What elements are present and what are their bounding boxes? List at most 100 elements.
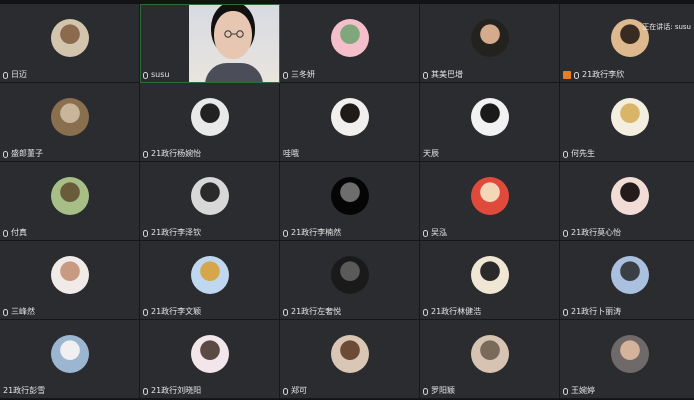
participant-avatar [50,335,89,373]
participant-tile[interactable]: 日迈 [0,4,140,83]
participant-tile[interactable]: 三冬妍 [280,4,420,83]
participant-tile[interactable]: 吴泓 [420,162,560,241]
participant-tile[interactable]: 21政行林健浩 [420,241,560,320]
participant-name: 天辰 [423,149,439,158]
participant-name: 郑可 [291,386,307,395]
participant-name-row: 21政行林健浩 [423,307,481,317]
participant-tile[interactable]: 三峰然 [0,241,140,320]
microphone-icon [283,308,288,316]
participant-tile[interactable]: 21政行左奢悦 [280,241,420,320]
participant-name-row: 21政行彭雪 [3,386,45,396]
participant-name-row: 21政行李文颖 [143,307,201,317]
participant-name-row: 21政行左奢悦 [283,307,341,317]
participant-avatar [50,177,89,215]
microphone-icon [143,229,148,237]
participant-avatar [190,335,229,373]
participant-name: 21政行李欣 [582,70,625,79]
participant-avatar [190,256,229,294]
participant-avatar [330,19,369,57]
participant-tile[interactable]: 21政行卜丽涛 [560,241,694,320]
participant-name: 王婉婷 [571,386,595,395]
participant-tile[interactable]: 天辰 [420,83,560,162]
participant-tile[interactable]: 21政行杨婉怡 [140,83,280,162]
microphone-icon [423,387,428,395]
participant-avatar [50,19,89,57]
microphone-icon [563,229,568,237]
participant-name: 何先生 [571,149,595,158]
participant-tile[interactable]: 21政行彭雪 [0,320,140,399]
participant-avatar [330,177,369,215]
participant-name: 21政行莫心怡 [571,228,622,237]
participant-name: 哇哦 [283,149,299,158]
microphone-icon [283,71,288,79]
microphone-icon [143,387,148,395]
participant-name-row: 日迈 [3,70,27,80]
video-grid: 日迈 susu 三冬妍 其美巴增 21政行李欣 正在讲话: susu 盛郎董子 21政行杨婉… [0,4,694,400]
participant-name: 吴泓 [431,228,447,237]
microphone-icon [3,71,8,79]
participant-video [189,5,279,82]
participant-name: 三峰然 [11,307,35,316]
participant-tile[interactable]: 哇哦 [280,83,420,162]
participant-name: susu [151,70,170,79]
participant-tile[interactable]: 郑可 [280,320,420,399]
participant-name-row: 三冬妍 [283,70,315,80]
participant-tile[interactable]: 21政行刘晓阳 [140,320,280,399]
participant-avatar [190,98,229,136]
participant-tile[interactable]: 21政行李文颖 [140,241,280,320]
participant-avatar [610,98,649,136]
participant-tile[interactable]: 其美巴增 [420,4,560,83]
participant-name: 付真 [11,228,27,237]
participant-name: 21政行李楠然 [291,228,342,237]
participant-avatar [190,177,229,215]
participant-name-row: 何先生 [563,149,595,159]
participant-name-row: 郑可 [283,386,307,396]
microphone-icon [283,229,288,237]
participant-name-row: 21政行刘晓阳 [143,386,201,396]
microphone-icon [3,150,8,158]
participant-tile[interactable]: 王婉婷 [560,320,694,399]
microphone-icon [423,71,428,79]
microphone-icon [283,387,288,395]
participant-name: 21政行李泽钦 [151,228,202,237]
speaking-indicator: 正在讲话: susu [642,23,691,31]
microphone-icon [563,150,568,158]
participant-tile[interactable]: susu [140,4,280,83]
participant-tile[interactable]: 付真 [0,162,140,241]
participant-tile[interactable]: 21政行李泽钦 [140,162,280,241]
participant-avatar [470,98,509,136]
participant-name-row: 罗阳颖 [423,386,455,396]
participant-avatar [470,177,509,215]
participant-avatar [330,335,369,373]
participant-avatar [470,256,509,294]
participant-name: 21政行卜丽涛 [571,307,622,316]
participant-tile[interactable]: 何先生 [560,83,694,162]
microphone-icon [143,150,148,158]
microphone-icon [423,229,428,237]
participant-name: 21政行李文颖 [151,307,202,316]
participant-avatar [330,98,369,136]
microphone-icon [143,308,148,316]
microphone-icon [563,308,568,316]
participant-name: 21政行杨婉怡 [151,149,202,158]
microphone-icon [574,71,579,79]
participant-tile[interactable]: 21政行李楠然 [280,162,420,241]
participant-name-row: 21政行李欣 [563,70,624,80]
participant-name-row: 21政行卜丽涛 [563,307,621,317]
participant-name-row: 21政行李泽钦 [143,228,201,238]
participant-avatar [610,177,649,215]
participant-tile[interactable]: 盛郎董子 [0,83,140,162]
participant-name-row: 盛郎董子 [3,149,43,159]
host-badge-icon [563,71,571,79]
participant-name-row: 王婉婷 [563,386,595,396]
microphone-icon [563,387,568,395]
participant-name-row: 三峰然 [3,307,35,317]
participant-avatar [50,256,89,294]
microphone-icon [423,308,428,316]
participant-tile[interactable]: 21政行李欣 正在讲话: susu [560,4,694,83]
participant-name: 其美巴增 [431,70,463,79]
participant-name-row: 其美巴增 [423,70,463,80]
participant-name: 罗阳颖 [431,386,455,395]
participant-tile[interactable]: 21政行莫心怡 [560,162,694,241]
participant-tile[interactable]: 罗阳颖 [420,320,560,399]
